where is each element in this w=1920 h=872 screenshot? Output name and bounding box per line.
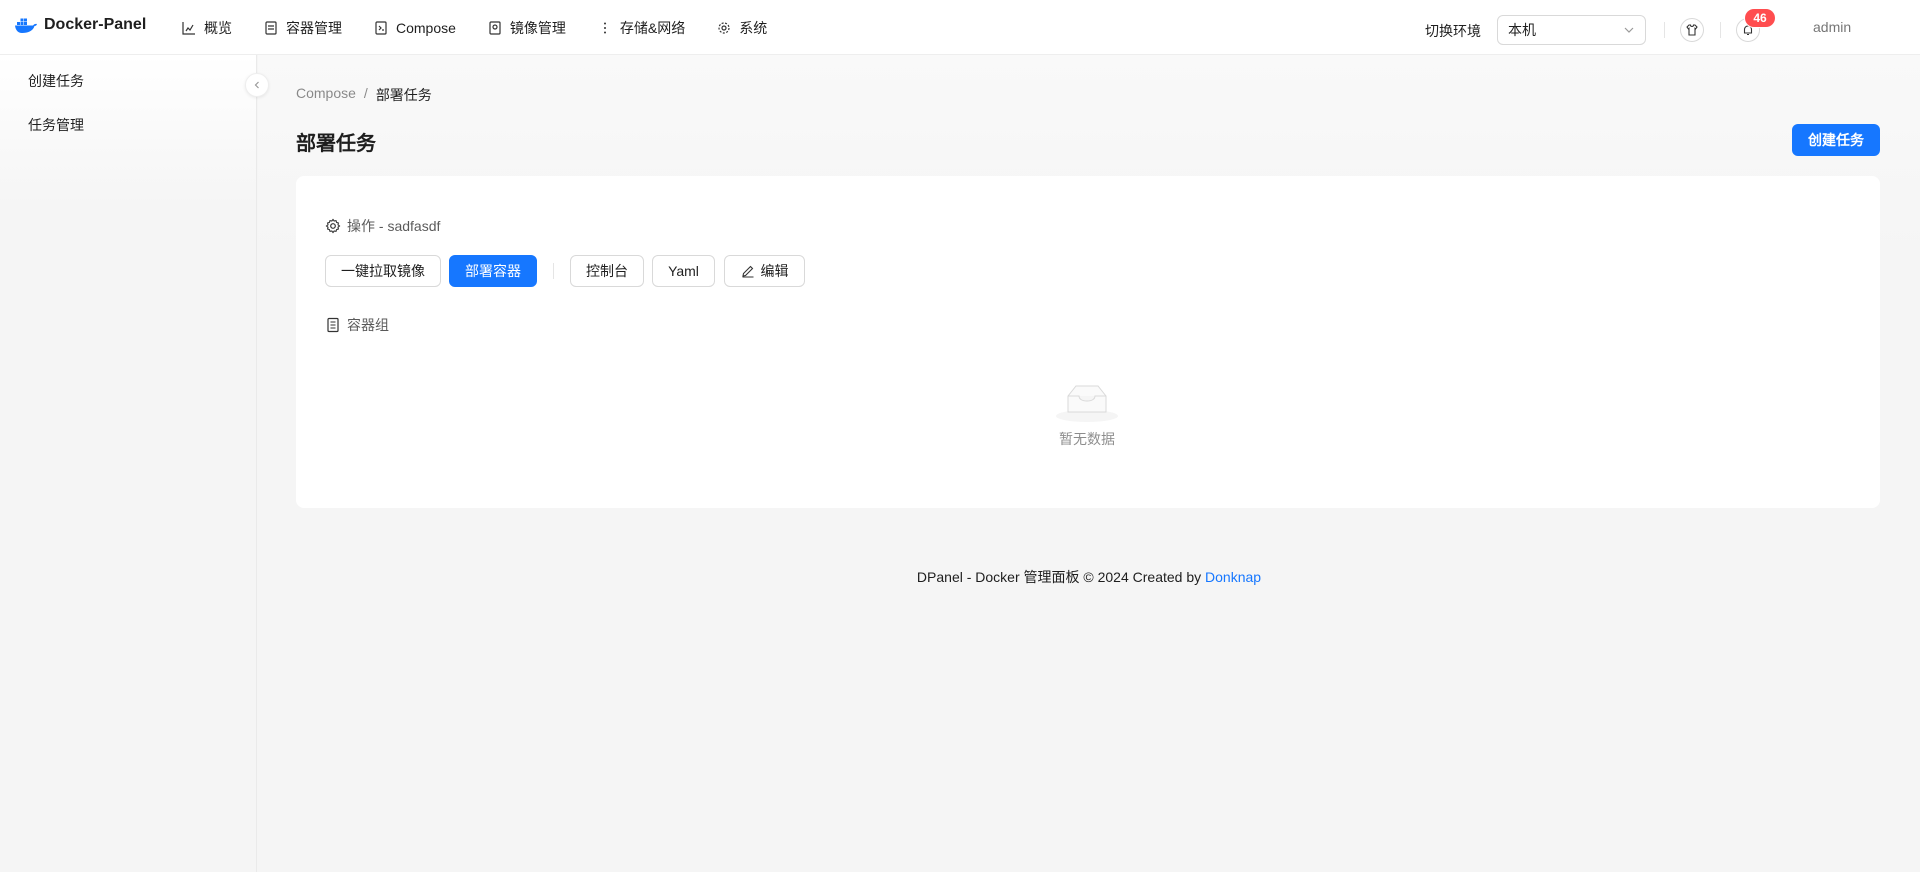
document-icon [327, 317, 339, 333]
button-divider [553, 263, 554, 279]
nav-item-system[interactable]: 系统 [701, 0, 783, 55]
console-button[interactable]: 控制台 [570, 255, 644, 287]
nav-item-storage-network[interactable]: 存储&网络 [582, 0, 701, 55]
task-card [296, 176, 1880, 508]
breadcrumb-current: 部署任务 [375, 87, 432, 103]
nav-label: 容器管理 [286, 19, 342, 36]
chart-icon [182, 21, 195, 35]
compose-icon [375, 20, 387, 35]
nav-item-overview[interactable]: 概览 [166, 0, 248, 55]
deploy-containers-button[interactable]: 部署容器 [449, 255, 537, 287]
nav-item-images[interactable]: 镜像管理 [472, 0, 582, 55]
yaml-label: Yaml [668, 263, 699, 279]
page-title: 部署任务 [296, 133, 376, 155]
edit-label: 编辑 [760, 263, 789, 279]
container-group-title: 容器组 [347, 317, 389, 333]
header-divider [1720, 22, 1721, 38]
sidebar-item-create-task[interactable]: 创建任务 [28, 71, 84, 91]
main-nav: 概览 容器管理 Compose 镜像管理 存储&网络 系统 [166, 0, 783, 55]
empty-state: 暂无数据 [1045, 382, 1129, 449]
edit-icon [741, 265, 753, 278]
nav-label: 镜像管理 [509, 19, 566, 36]
operations-section-title: 操作 - sadfasdf [325, 216, 440, 236]
image-icon [489, 20, 501, 35]
container-group-section-title: 容器组 [325, 315, 389, 335]
empty-text: 暂无数据 [1059, 431, 1115, 447]
edit-button[interactable]: 编辑 [724, 255, 805, 287]
theme-button[interactable] [1680, 18, 1704, 42]
footer-author-link[interactable]: Donknap [1205, 569, 1261, 585]
operations-title: 操作 - sadfasdf [347, 218, 441, 234]
gear-icon [718, 21, 730, 34]
sidebar-collapse-button[interactable] [245, 73, 269, 97]
docker-whale-icon [15, 18, 37, 33]
nav-label: Compose [396, 19, 456, 36]
breadcrumb-separator: / [363, 85, 368, 101]
env-select[interactable]: 本机 [1497, 15, 1646, 45]
chevron-left-icon [254, 81, 259, 89]
app-logo[interactable]: Docker-Panel [14, 16, 146, 34]
user-name[interactable]: admin [1813, 19, 1851, 35]
pull-images-label: 一键拉取镜像 [341, 263, 425, 279]
env-select-value: 本机 [1508, 22, 1536, 38]
header-divider [1664, 22, 1665, 38]
shirt-icon [1686, 24, 1698, 36]
app-title: Docker-Panel [44, 16, 147, 33]
nav-label: 系统 [739, 19, 768, 36]
storage-icon [603, 22, 606, 33]
notification-badge: 46 [1745, 9, 1775, 27]
pull-images-button[interactable]: 一键拉取镜像 [325, 255, 441, 287]
deploy-containers-label: 部署容器 [465, 263, 521, 279]
nav-item-containers[interactable]: 容器管理 [248, 0, 358, 55]
breadcrumb-parent[interactable]: Compose [296, 85, 356, 105]
nav-label: 存储&网络 [619, 19, 686, 36]
gear-icon [325, 218, 341, 234]
env-label: 切换环境 [1425, 23, 1481, 39]
footer-text: DPanel - Docker 管理面板 © 2024 Created by [916, 569, 1202, 585]
console-label: 控制台 [586, 263, 628, 279]
chevron-down-icon [1624, 27, 1634, 33]
yaml-button[interactable]: Yaml [652, 255, 715, 287]
sidebar-item-task-manage[interactable]: 任务管理 [28, 115, 84, 135]
top-header: Docker-Panel 概览 容器管理 Compose 镜像管理 存储&网络 … [0, 0, 1920, 55]
nav-item-compose[interactable]: Compose [358, 0, 472, 55]
sidebar: 创建任务 任务管理 [0, 55, 257, 872]
container-icon [265, 20, 277, 35]
nav-label: 概览 [204, 19, 232, 36]
footer: DPanel - Docker 管理面板 © 2024 Created by D… [0, 567, 1920, 587]
create-task-button[interactable]: 创建任务 [1792, 124, 1880, 156]
breadcrumb: Compose / 部署任务 [296, 85, 432, 105]
empty-inbox-icon [1056, 385, 1118, 422]
